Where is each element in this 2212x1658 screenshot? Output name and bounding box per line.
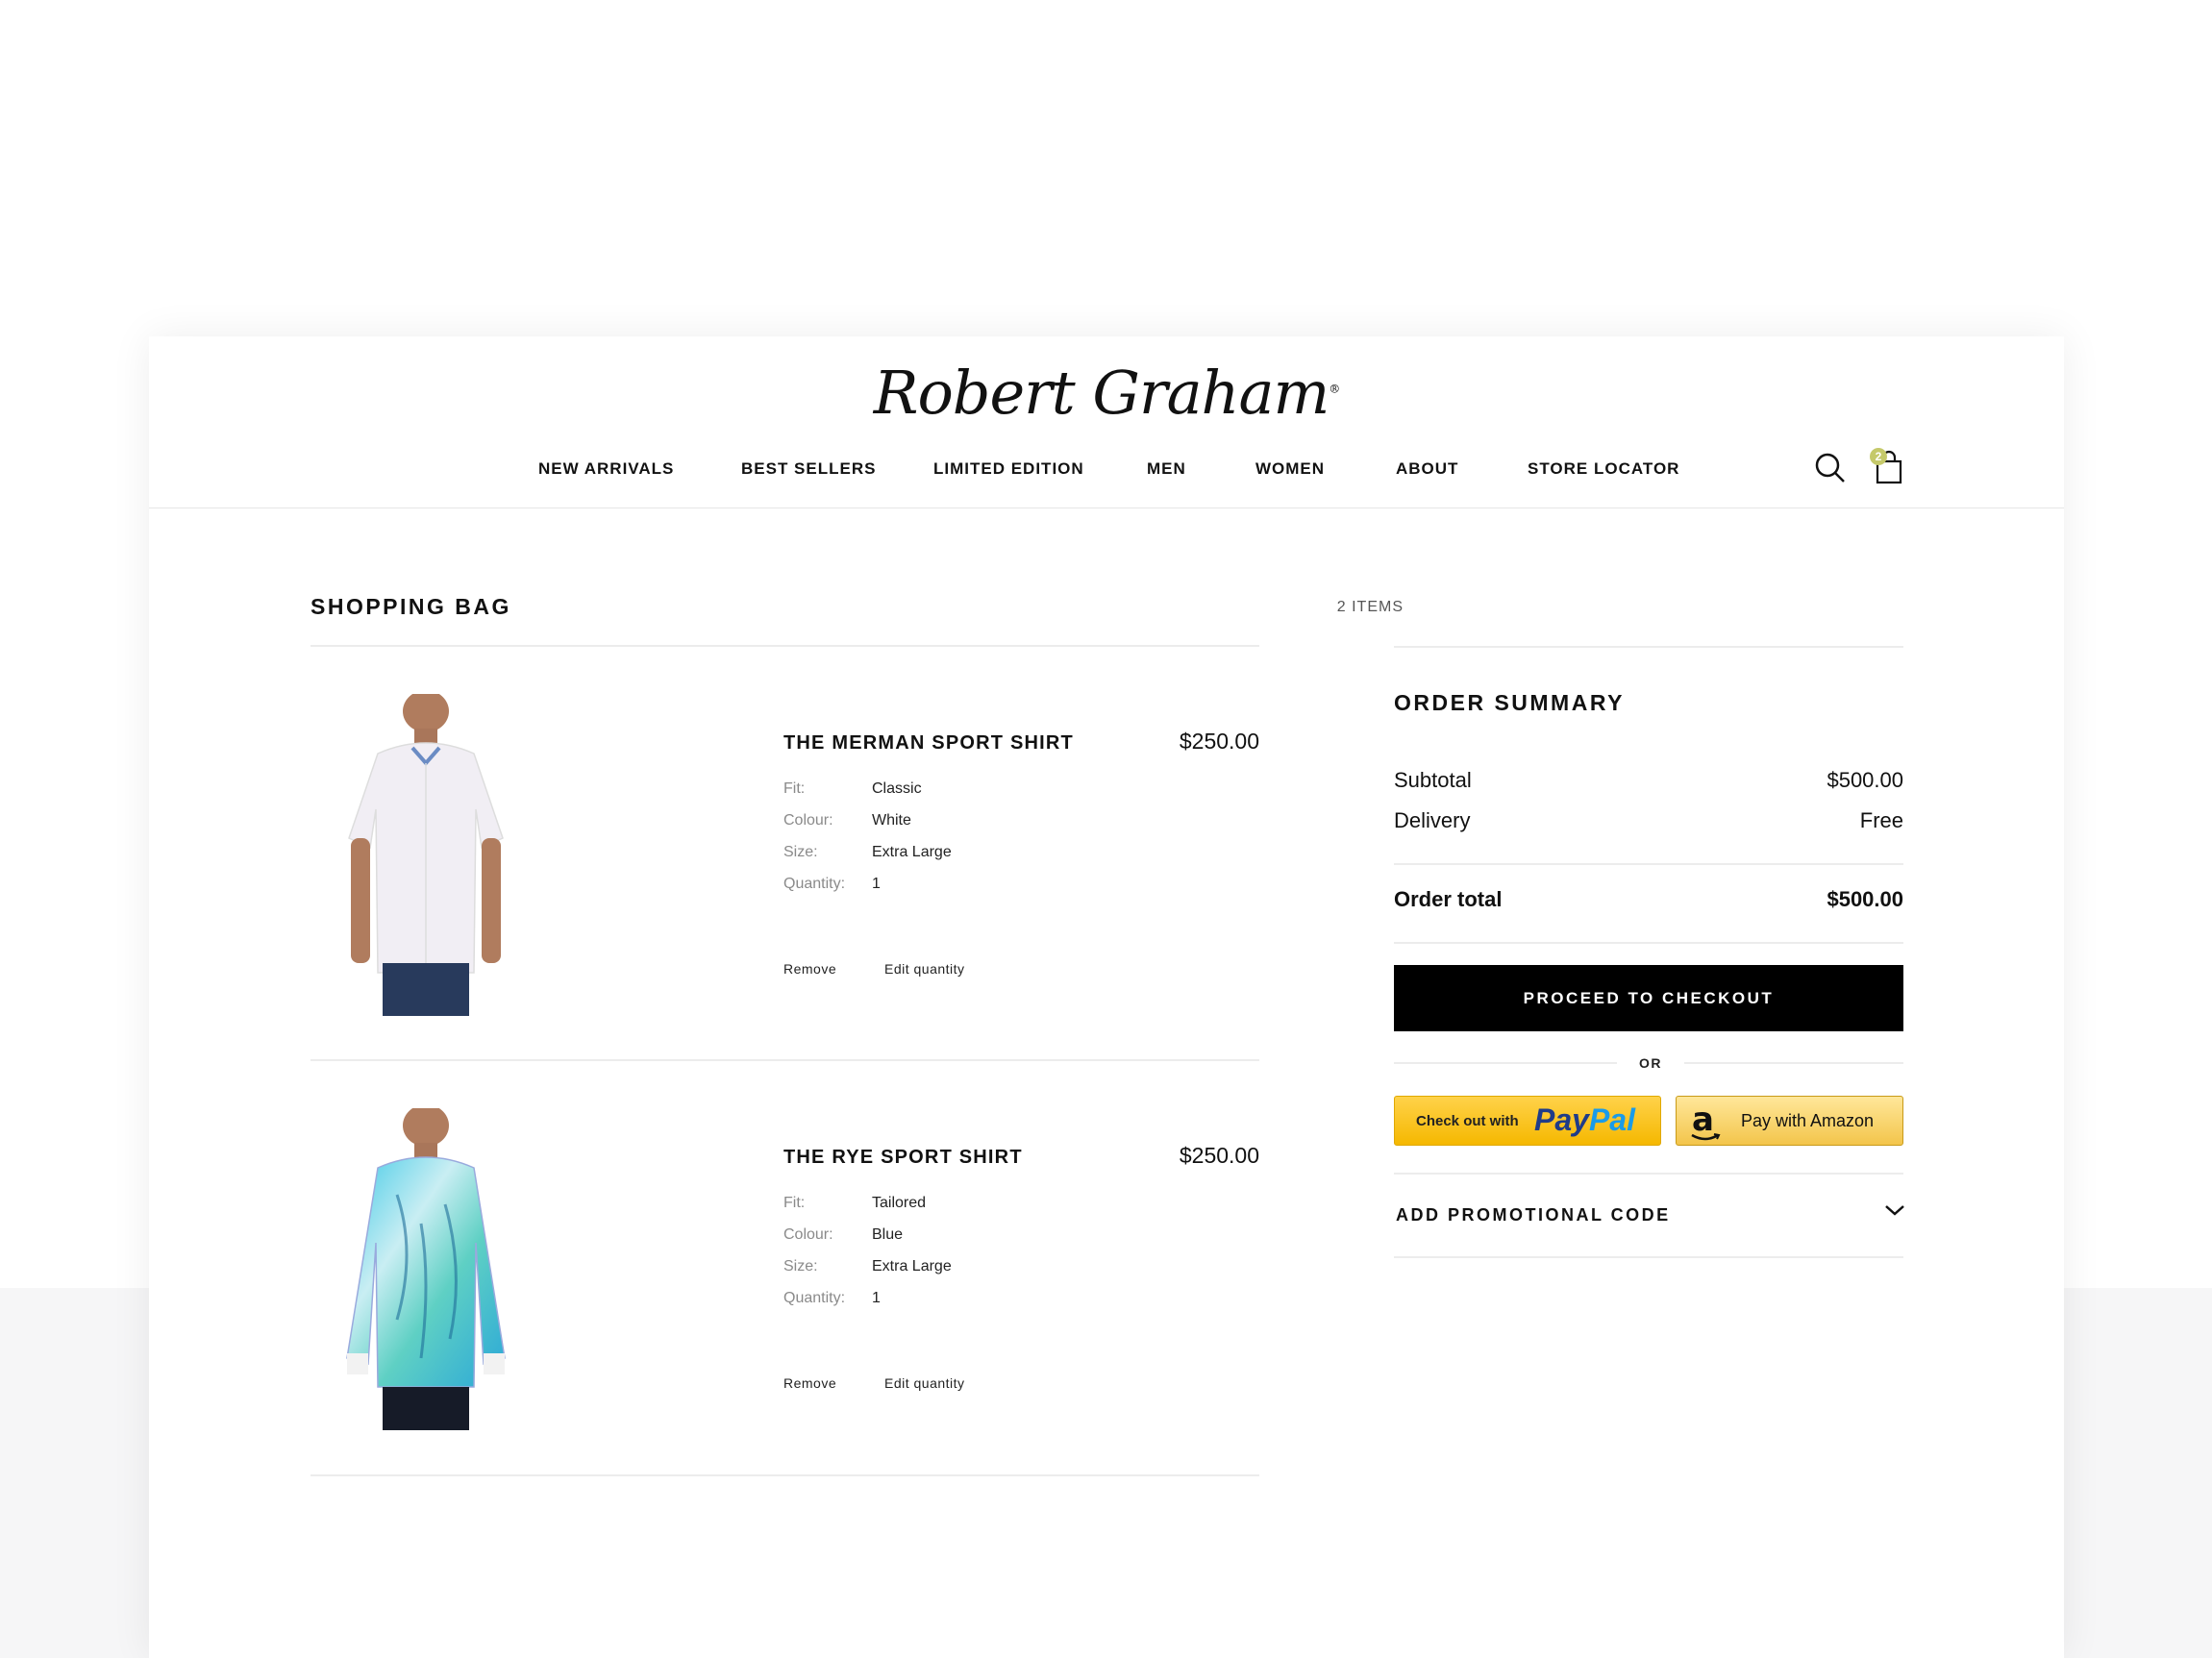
- attr-value: 1: [872, 1290, 881, 1306]
- attr-value: Extra Large: [872, 844, 952, 860]
- product-image[interactable]: [339, 1104, 512, 1430]
- remove-link[interactable]: Remove: [783, 1375, 836, 1391]
- paypal-logo-pay: Pay: [1534, 1102, 1589, 1137]
- add-promotional-code-toggle[interactable]: ADD PROMOTIONAL CODE: [1396, 1205, 1671, 1225]
- page-card: Robert Graham® NEW ARRIVALS BEST SELLERS…: [149, 336, 2064, 1658]
- brand-logo[interactable]: Robert Graham®: [149, 363, 2064, 423]
- product-price: $250.00: [1179, 1143, 1259, 1168]
- proceed-to-checkout-button[interactable]: PROCEED TO CHECKOUT: [1394, 965, 1903, 1031]
- product-attr-size: Size: Extra Large: [783, 844, 952, 861]
- paypal-logo-pal: Pal: [1588, 1102, 1635, 1137]
- attr-label: Colour:: [783, 1226, 833, 1243]
- amazon-smile-icon: [1691, 1133, 1721, 1141]
- main-nav: NEW ARRIVALS BEST SELLERS LIMITED EDITIO…: [149, 459, 2064, 488]
- divider: [1394, 1256, 1903, 1258]
- divider: [311, 645, 1259, 647]
- divider: [1394, 863, 1903, 865]
- product-name[interactable]: THE MERMAN SPORT SHIRT: [783, 732, 1074, 755]
- bag-item: THE RYE SPORT SHIRT $250.00 Fit: Tailored…: [311, 1104, 1259, 1430]
- nav-women[interactable]: WOMEN: [1255, 459, 1325, 479]
- divider: [1394, 1173, 1903, 1175]
- edit-quantity-link[interactable]: Edit quantity: [884, 1375, 965, 1391]
- nav-store-locator[interactable]: STORE LOCATOR: [1528, 459, 1679, 479]
- bag-item-count: 2 ITEMS: [1336, 599, 1404, 615]
- nav-men[interactable]: MEN: [1147, 459, 1186, 479]
- paypal-logo: PayPal: [1534, 1102, 1635, 1138]
- product-attr-quantity: Quantity: 1: [783, 1290, 881, 1307]
- bag-item: THE MERMAN SPORT SHIRT $250.00 Fit: Class…: [311, 690, 1259, 1016]
- subtotal-label: Subtotal: [1394, 768, 1472, 792]
- header-divider: [149, 507, 2064, 508]
- remove-link[interactable]: Remove: [783, 961, 836, 977]
- attr-label: Quantity:: [783, 876, 846, 892]
- attr-value: White: [872, 812, 911, 829]
- product-price: $250.00: [1179, 729, 1259, 754]
- divider: [1394, 942, 1903, 944]
- or-separator: OR: [1617, 1055, 1684, 1071]
- attr-label: Fit:: [783, 1195, 806, 1211]
- nav-limited-edition[interactable]: LIMITED EDITION: [933, 459, 1084, 479]
- order-total-value: $500.00: [1827, 887, 1903, 911]
- order-summary-title: ORDER SUMMARY: [1394, 690, 1625, 715]
- order-total-row: Order total $500.00: [1394, 887, 1903, 912]
- divider: [311, 1059, 1259, 1061]
- attr-label: Size:: [783, 844, 818, 860]
- delivery-value: Free: [1859, 808, 1903, 832]
- attr-label: Fit:: [783, 780, 806, 797]
- order-total-label: Order total: [1394, 887, 1503, 911]
- product-image[interactable]: [339, 690, 512, 1016]
- product-attr-size: Size: Extra Large: [783, 1258, 952, 1275]
- subtotal-value: $500.00: [1827, 768, 1903, 792]
- shopping-bag-icon[interactable]: 2: [1868, 448, 1906, 486]
- edit-quantity-link[interactable]: Edit quantity: [884, 961, 965, 977]
- nav-new-arrivals[interactable]: NEW ARRIVALS: [538, 459, 674, 479]
- product-attr-fit: Fit: Classic: [783, 780, 922, 798]
- attr-label: Size:: [783, 1258, 818, 1274]
- attr-value: 1: [872, 876, 881, 892]
- product-attr-colour: Colour: White: [783, 812, 911, 829]
- delivery-row: Delivery Free: [1394, 808, 1903, 833]
- attr-label: Quantity:: [783, 1290, 846, 1306]
- shopping-bag-title: SHOPPING BAG: [311, 594, 511, 619]
- subtotal-row: Subtotal $500.00: [1394, 768, 1903, 793]
- product-attr-fit: Fit: Tailored: [783, 1195, 926, 1212]
- attr-value: Tailored: [872, 1195, 927, 1211]
- bag-count-badge: 2: [1870, 448, 1887, 465]
- search-icon[interactable]: [1814, 452, 1847, 489]
- attr-value: Classic: [872, 780, 922, 797]
- product-attr-quantity: Quantity: 1: [783, 876, 881, 893]
- delivery-label: Delivery: [1394, 808, 1471, 832]
- paypal-checkout-button[interactable]: Check out with PayPal: [1394, 1096, 1661, 1146]
- chevron-down-icon[interactable]: [1884, 1203, 1905, 1222]
- product-attr-colour: Colour: Blue: [783, 1226, 903, 1244]
- attr-label: Colour:: [783, 812, 833, 829]
- attr-value: Extra Large: [872, 1258, 952, 1274]
- nav-about[interactable]: ABOUT: [1396, 459, 1458, 479]
- divider: [311, 1474, 1259, 1476]
- pay-with-amazon-button[interactable]: a Pay with Amazon: [1676, 1096, 1903, 1146]
- divider: [1394, 646, 1903, 648]
- attr-value: Blue: [872, 1226, 904, 1243]
- amazon-button-label: Pay with Amazon: [1741, 1111, 1875, 1130]
- paypal-prefix-text: Check out with: [1416, 1113, 1519, 1129]
- nav-best-sellers[interactable]: BEST SELLERS: [741, 459, 876, 479]
- brand-logo-text: Robert Graham: [873, 358, 1330, 428]
- product-name[interactable]: THE RYE SPORT SHIRT: [783, 1147, 1023, 1169]
